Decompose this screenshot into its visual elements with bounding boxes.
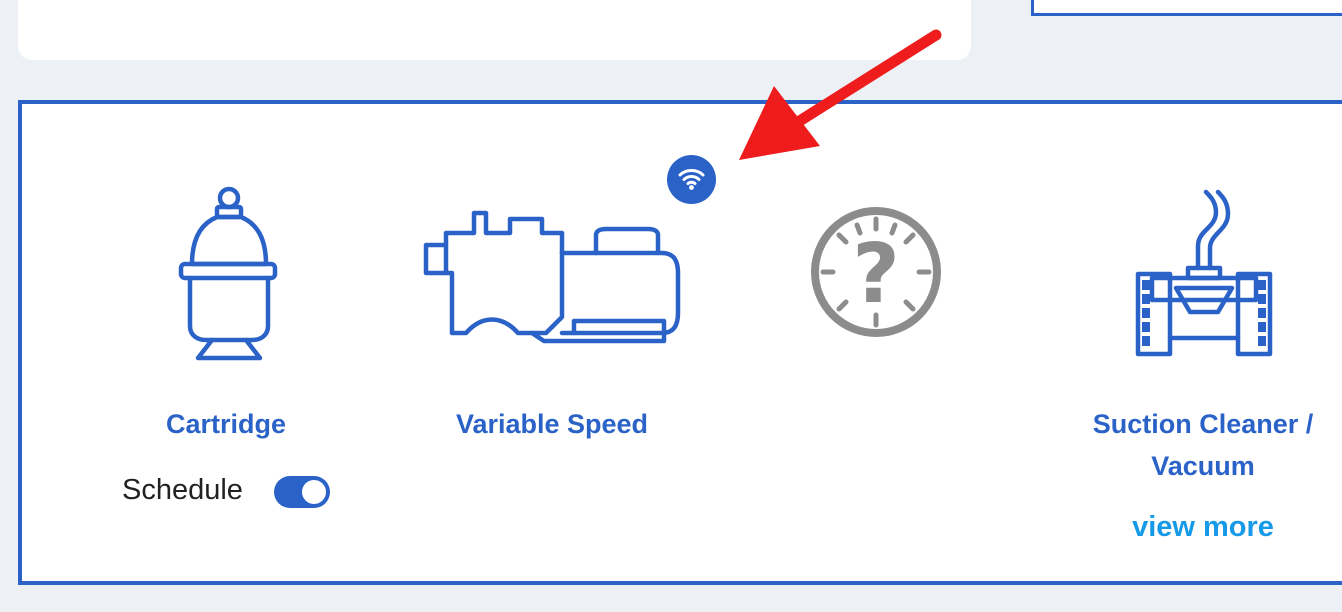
view-more-link[interactable]: view more	[1085, 505, 1321, 549]
toggle-knob	[302, 480, 326, 504]
schedule-label: Schedule	[122, 474, 243, 506]
red-arrow-icon	[739, 29, 942, 160]
schedule-toggle[interactable]	[274, 476, 330, 508]
unknown-device-icon: ?	[809, 205, 943, 339]
variable-speed-pump-icon[interactable]	[420, 205, 682, 347]
wifi-badge[interactable]	[667, 155, 716, 204]
svg-text:?: ?	[852, 227, 900, 322]
equipment-label-suction-cleaner: Suction Cleaner / Vacuum	[1092, 409, 1314, 481]
wifi-icon	[678, 169, 705, 190]
equipment-label-cartridge: Cartridge	[165, 409, 287, 439]
equipment-label-variable-speed: Variable Speed	[455, 409, 649, 439]
suction-cleaner-icon[interactable]	[1134, 188, 1274, 360]
schedule-row: Schedule	[122, 470, 352, 514]
top-right-card	[1031, 0, 1342, 16]
cartridge-filter-icon[interactable]	[176, 186, 280, 364]
